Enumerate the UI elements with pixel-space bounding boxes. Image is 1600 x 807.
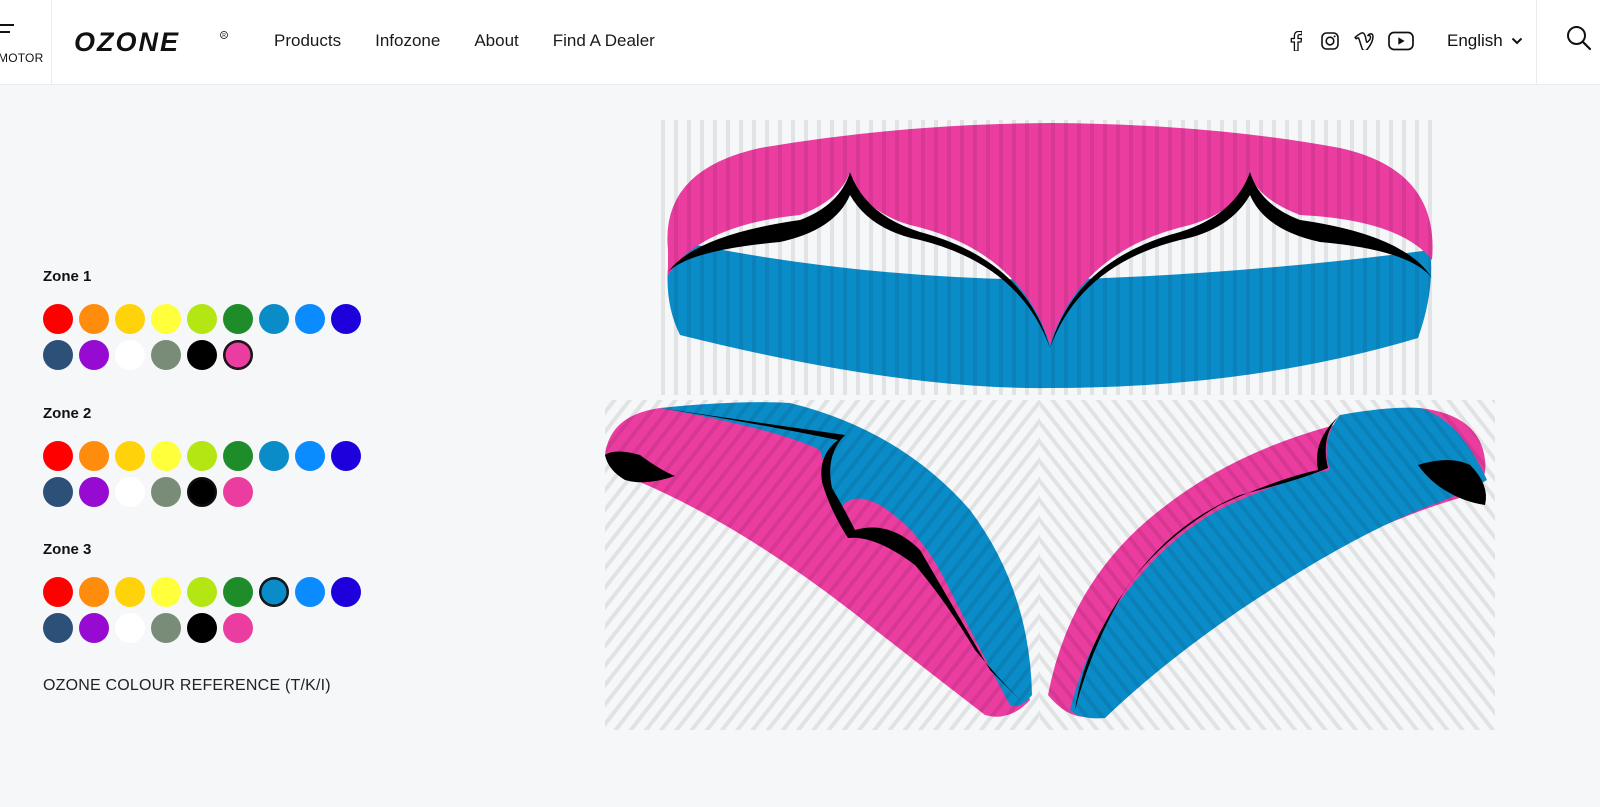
zone-2-swatch-8[interactable] bbox=[295, 441, 325, 471]
zone-3-swatch-2[interactable] bbox=[79, 577, 109, 607]
zone-3-swatch-3[interactable] bbox=[115, 577, 145, 607]
zone-2-swatch-11[interactable] bbox=[79, 477, 109, 507]
zone-2-swatch-13[interactable] bbox=[151, 477, 181, 507]
logo-text: OZONE bbox=[74, 27, 180, 57]
zone-3-swatch-13[interactable] bbox=[151, 613, 181, 643]
zone-2-swatch-9[interactable] bbox=[331, 441, 361, 471]
zone-2-swatch-7[interactable] bbox=[259, 441, 289, 471]
zone-1-swatches bbox=[43, 304, 361, 370]
zone-3-swatch-15[interactable] bbox=[223, 613, 253, 643]
zone-1-swatch-6[interactable] bbox=[223, 304, 253, 334]
zone-1-swatch-3[interactable] bbox=[115, 304, 145, 334]
zone-2-swatch-5[interactable] bbox=[187, 441, 217, 471]
zone-1-swatch-4[interactable] bbox=[151, 304, 181, 334]
zone-3-swatch-6[interactable] bbox=[223, 577, 253, 607]
social-links bbox=[1284, 29, 1426, 53]
zone-2-swatch-2[interactable] bbox=[79, 441, 109, 471]
wing-front-view bbox=[660, 120, 1440, 395]
zone-2-swatch-6[interactable] bbox=[223, 441, 253, 471]
wing-left-view bbox=[605, 400, 1040, 730]
zone-2-swatch-4[interactable] bbox=[151, 441, 181, 471]
zone-1-title: Zone 1 bbox=[43, 268, 92, 285]
zone-1-picker: Zone 1 bbox=[43, 268, 361, 370]
zone-1-swatch-5[interactable] bbox=[187, 304, 217, 334]
zone-1-swatch-10[interactable] bbox=[43, 340, 73, 370]
zone-2-swatch-14[interactable] bbox=[187, 477, 217, 507]
zone-1-swatch-7[interactable] bbox=[259, 304, 289, 334]
zone-1-swatch-15[interactable] bbox=[223, 340, 253, 370]
zone-3-swatch-4[interactable] bbox=[151, 577, 181, 607]
zone-1-swatch-8[interactable] bbox=[295, 304, 325, 334]
ozone-logo[interactable]: OZONE R bbox=[74, 26, 234, 60]
wing-preview bbox=[600, 110, 1520, 750]
nav-infozone[interactable]: Infozone bbox=[375, 31, 440, 51]
instagram-icon[interactable] bbox=[1318, 29, 1342, 53]
facebook-icon[interactable] bbox=[1284, 29, 1308, 53]
menu-button[interactable]: MOTOR bbox=[0, 0, 52, 85]
menu-label: MOTOR bbox=[0, 51, 44, 65]
zone-3-swatches bbox=[43, 577, 361, 643]
site-header: MOTOR OZONE R Products Infozone About Fi… bbox=[0, 0, 1600, 85]
zone-1-swatch-1[interactable] bbox=[43, 304, 73, 334]
zone-1-swatch-2[interactable] bbox=[79, 304, 109, 334]
zone-3-swatch-5[interactable] bbox=[187, 577, 217, 607]
zone-2-swatch-12[interactable] bbox=[115, 477, 145, 507]
zone-2-swatch-15[interactable] bbox=[223, 477, 253, 507]
hamburger-icon bbox=[0, 24, 14, 38]
zone-3-swatch-10[interactable] bbox=[43, 613, 73, 643]
zone-3-swatch-9[interactable] bbox=[331, 577, 361, 607]
wing-right-view bbox=[1040, 400, 1495, 730]
zone-3-picker: Zone 3 bbox=[43, 541, 361, 643]
zone-3-title: Zone 3 bbox=[43, 541, 92, 558]
zone-3-swatch-8[interactable] bbox=[295, 577, 325, 607]
zone-2-title: Zone 2 bbox=[43, 405, 92, 422]
zone-1-swatch-13[interactable] bbox=[151, 340, 181, 370]
colour-reference-link[interactable]: OZONE COLOUR REFERENCE (T/K/I) bbox=[43, 677, 331, 695]
zone-1-swatch-12[interactable] bbox=[115, 340, 145, 370]
zone-2-swatch-1[interactable] bbox=[43, 441, 73, 471]
zone-3-swatch-12[interactable] bbox=[115, 613, 145, 643]
zone-2-swatch-10[interactable] bbox=[43, 477, 73, 507]
vimeo-icon[interactable] bbox=[1352, 29, 1376, 53]
zone-2-swatch-3[interactable] bbox=[115, 441, 145, 471]
zone-3-swatch-11[interactable] bbox=[79, 613, 109, 643]
zone-1-swatch-11[interactable] bbox=[79, 340, 109, 370]
search-icon bbox=[1567, 26, 1592, 51]
nav-about[interactable]: About bbox=[474, 31, 518, 51]
chevron-down-icon bbox=[1511, 37, 1522, 45]
main-nav: Products Infozone About Find A Dealer bbox=[274, 31, 689, 51]
zone-1-swatch-14[interactable] bbox=[187, 340, 217, 370]
zone-3-swatch-14[interactable] bbox=[187, 613, 217, 643]
nav-find-a-dealer[interactable]: Find A Dealer bbox=[553, 31, 655, 51]
search-button[interactable] bbox=[1536, 0, 1600, 85]
zone-1-swatch-9[interactable] bbox=[331, 304, 361, 334]
youtube-icon[interactable] bbox=[1386, 29, 1416, 53]
zone-2-swatches bbox=[43, 441, 361, 507]
zone-3-swatch-1[interactable] bbox=[43, 577, 73, 607]
svg-text:R: R bbox=[222, 33, 226, 39]
language-selector[interactable]: English bbox=[1447, 31, 1523, 51]
nav-products[interactable]: Products bbox=[274, 31, 341, 51]
zone-2-picker: Zone 2 bbox=[43, 405, 361, 507]
language-label: English bbox=[1447, 31, 1503, 50]
zone-3-swatch-7[interactable] bbox=[259, 577, 289, 607]
